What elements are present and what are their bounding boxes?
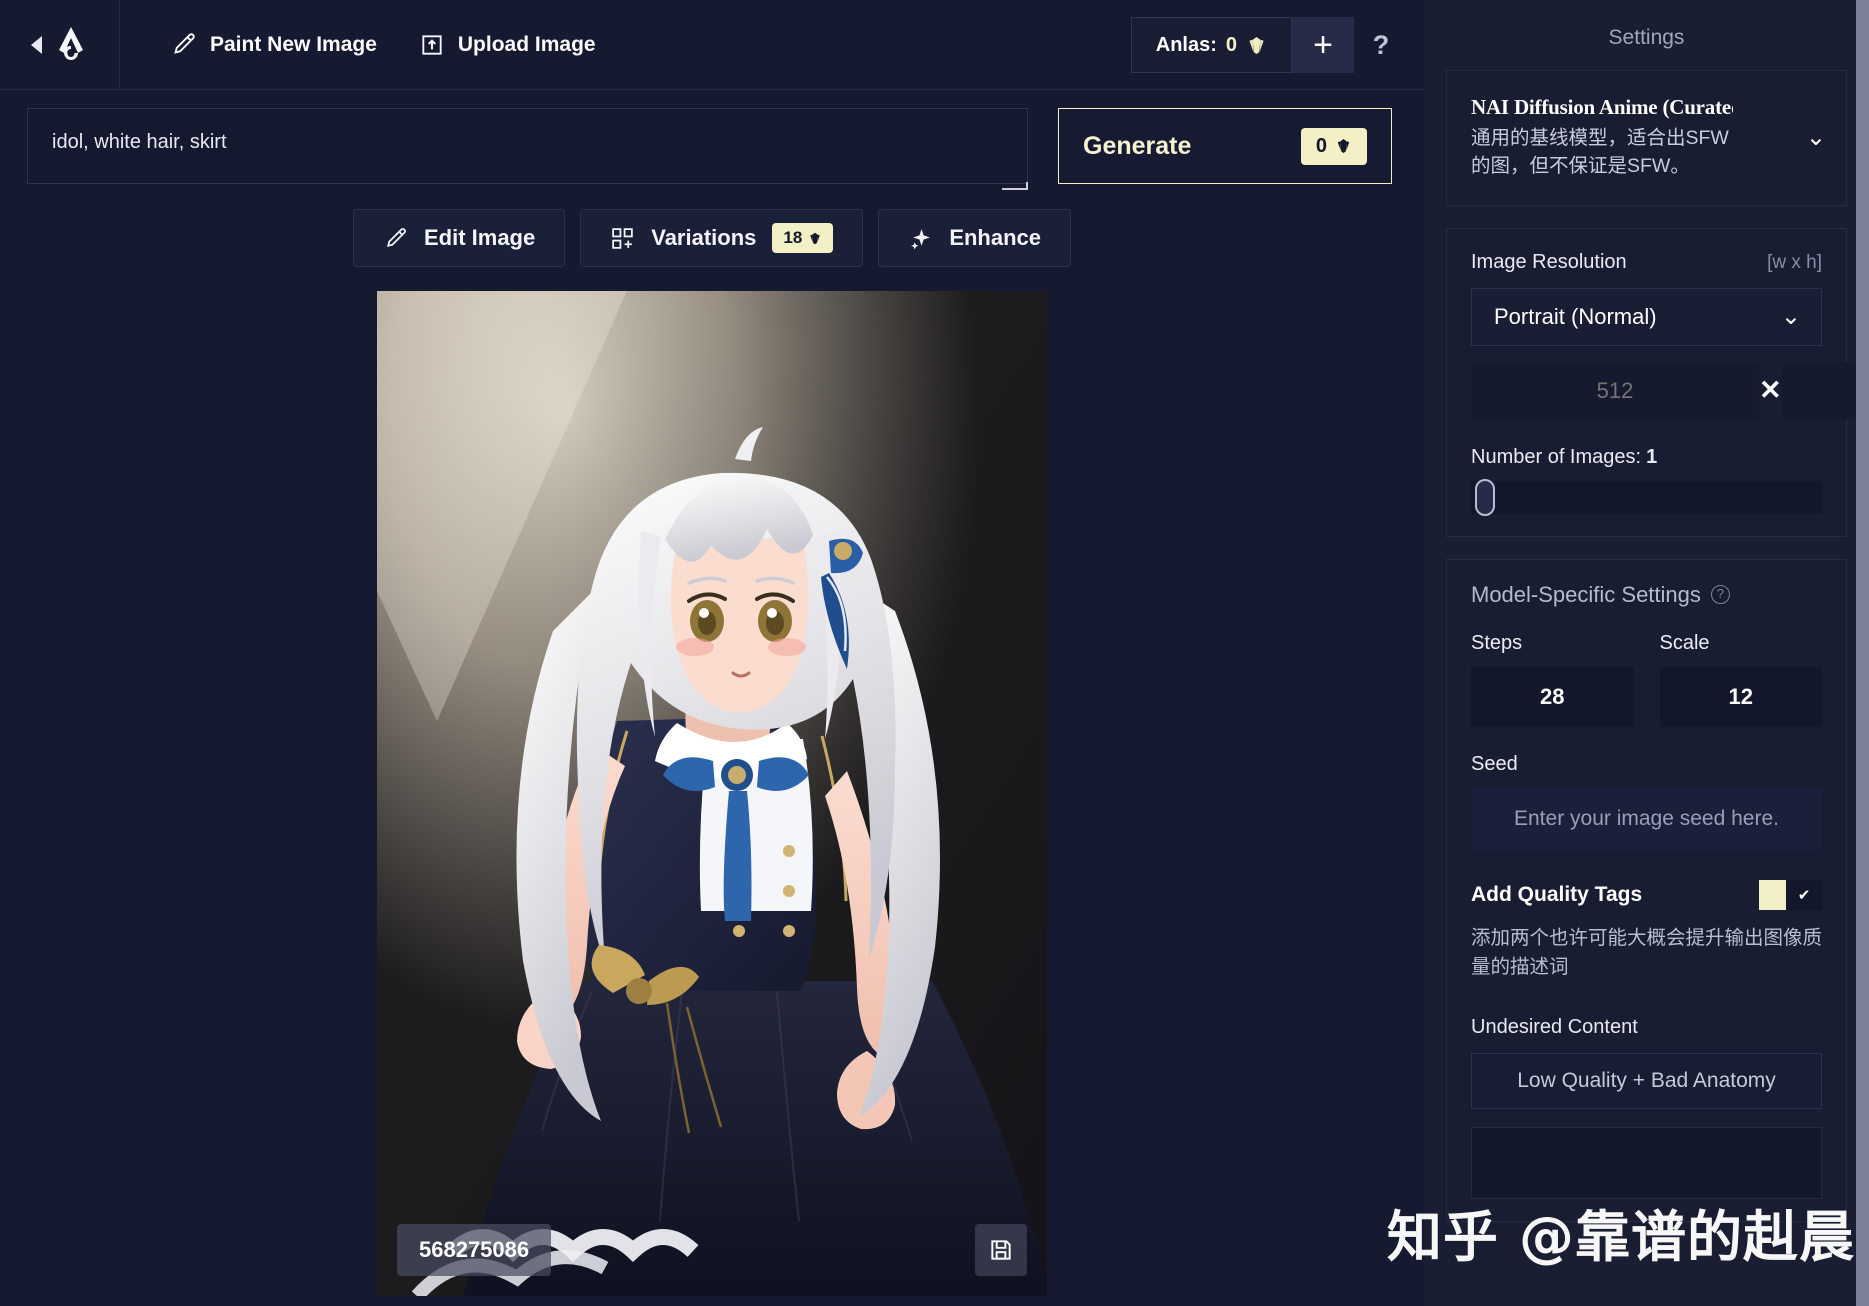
- anlas-value: 0: [1225, 33, 1237, 56]
- resolution-preset-select[interactable]: Portrait (Normal) ⌄: [1471, 287, 1822, 346]
- question-mark-icon: ?: [1372, 29, 1390, 60]
- novelai-image-generation-app: Paint New Image Upload Image Anlas: 0 + …: [0, 0, 1869, 1306]
- image-resolution-label: Image Resolution: [1471, 250, 1627, 273]
- prompt-row: Generate 0: [0, 90, 1424, 190]
- edit-image-button[interactable]: Edit Image: [352, 209, 566, 267]
- add-quality-tags-label: Add Quality Tags: [1471, 882, 1643, 906]
- save-image-button[interactable]: [975, 1224, 1027, 1276]
- anlas-shell-icon: [1337, 139, 1350, 153]
- add-quality-tags-toggle[interactable]: ✔: [1759, 879, 1822, 910]
- generate-label: Generate: [1083, 131, 1192, 160]
- chevron-down-icon: ⌄: [1780, 303, 1801, 331]
- brush-icon: [174, 33, 195, 54]
- steps-label: Steps: [1471, 631, 1523, 654]
- model-text: NAI Diffusion Anime (Curated) 通用的基线模型，适合…: [1471, 95, 1733, 181]
- chevron-left-icon[interactable]: [31, 35, 42, 54]
- model-description: 通用的基线模型，适合出SFW的图，但不保证是SFW。: [1471, 127, 1729, 178]
- enhance-button[interactable]: Enhance: [878, 209, 1072, 267]
- generate-cost-badge: 0: [1300, 127, 1367, 165]
- image-resolution-hint: [w x h]: [1767, 251, 1822, 273]
- logo-zone: [0, 0, 120, 90]
- image-seed-badge[interactable]: 568275086: [397, 1224, 552, 1276]
- seed-label: Seed: [1471, 752, 1518, 775]
- top-bar: Paint New Image Upload Image Anlas: 0 + …: [0, 0, 1424, 90]
- help-button[interactable]: ?: [1354, 17, 1408, 73]
- prompt-wrapper: [27, 108, 1028, 190]
- steps-scale-row: Steps Scale: [1471, 632, 1822, 727]
- upload-image-label: Upload Image: [457, 32, 596, 56]
- variations-button[interactable]: Variations 18: [580, 209, 864, 267]
- add-quality-tags-row: Add Quality Tags ✔: [1471, 879, 1822, 910]
- variations-label: Variations: [651, 225, 757, 250]
- slider-knob[interactable]: [1475, 478, 1495, 516]
- edit-image-label: Edit Image: [423, 225, 536, 250]
- anlas-balance[interactable]: Anlas: 0: [1130, 17, 1292, 73]
- seed-input[interactable]: [1471, 787, 1822, 850]
- image-viewer-area: 568275086: [0, 267, 1424, 1306]
- generate-cost-value: 0: [1315, 134, 1327, 157]
- settings-panel: Settings NAI Diffusion Anime (Curated) 通…: [1424, 0, 1869, 1306]
- variations-cost-value: 18: [783, 228, 803, 247]
- action-buttons-row: Edit Image Variations 18 Enhance: [0, 209, 1424, 267]
- prompt-resize-handle[interactable]: [1002, 182, 1028, 190]
- enhance-label: Enhance: [949, 225, 1042, 250]
- prompt-input[interactable]: [27, 108, 1028, 184]
- check-icon: ✔: [1786, 879, 1822, 910]
- sparkle-icon: [911, 228, 931, 249]
- seed-field: Seed: [1471, 753, 1822, 850]
- model-specific-settings-card: Model-Specific Settings ? Steps Scale Se…: [1446, 558, 1847, 1223]
- width-input[interactable]: [1471, 361, 1759, 420]
- model-name: NAI Diffusion Anime (Curated): [1471, 95, 1733, 119]
- paint-new-image-label: Paint New Image: [210, 32, 377, 56]
- model-specific-header: Model-Specific Settings ?: [1471, 582, 1822, 608]
- add-anlas-button[interactable]: +: [1292, 17, 1354, 73]
- novelai-logo-icon[interactable]: [54, 26, 88, 64]
- grid-plus-icon: [612, 227, 633, 249]
- number-of-images-text: Number of Images:: [1471, 445, 1642, 468]
- generate-button[interactable]: Generate 0: [1058, 108, 1392, 184]
- paint-new-image-button[interactable]: Paint New Image: [154, 20, 393, 69]
- scale-label: Scale: [1659, 631, 1710, 654]
- model-specific-title: Model-Specific Settings: [1471, 581, 1701, 607]
- model-selector[interactable]: NAI Diffusion Anime (Curated) 通用的基线模型，适合…: [1446, 70, 1847, 206]
- dimension-separator-icon: ✕: [1759, 375, 1782, 406]
- upload-image-button[interactable]: Upload Image: [403, 21, 612, 69]
- generated-image-frame[interactable]: 568275086: [377, 291, 1047, 1296]
- number-of-images-slider[interactable]: [1471, 478, 1822, 516]
- number-of-images-value: 1: [1646, 445, 1658, 468]
- settings-scroll-content: NAI Diffusion Anime (Curated) 通用的基线模型，适合…: [1424, 70, 1869, 1223]
- resolution-preset-value: Portrait (Normal): [1494, 303, 1657, 329]
- add-quality-tags-description: 添加两个也许可能大概会提升输出图像质量的描述词: [1471, 926, 1823, 978]
- upload-icon: [422, 34, 442, 55]
- scale-field: Scale: [1659, 631, 1822, 727]
- image-resolution-header: Image Resolution [w x h]: [1471, 251, 1822, 274]
- anlas-shell-icon: [810, 232, 821, 244]
- undesired-content-preset-select[interactable]: Low Quality + Bad Anatomy: [1471, 1053, 1822, 1110]
- chevron-down-icon[interactable]: ⌄: [1806, 123, 1826, 152]
- settings-title: Settings: [1608, 26, 1685, 49]
- anlas-shell-icon: [1249, 36, 1264, 54]
- main-column: Paint New Image Upload Image Anlas: 0 + …: [0, 0, 1424, 1306]
- top-bar-right: Anlas: 0 + ?: [1130, 0, 1408, 90]
- undesired-content-input[interactable]: [1471, 1127, 1822, 1200]
- number-of-images-label: Number of Images: 1: [1471, 446, 1822, 469]
- variations-cost-badge: 18: [772, 223, 834, 253]
- top-navigation: Paint New Image Upload Image: [120, 20, 612, 69]
- brush-icon: [386, 227, 406, 247]
- undesired-content-label: Undesired Content: [1471, 1016, 1638, 1039]
- dimension-row: ✕: [1471, 361, 1869, 420]
- steps-field: Steps: [1471, 632, 1634, 727]
- anlas-label: Anlas:: [1155, 33, 1217, 56]
- image-resolution-card: Image Resolution [w x h] Portrait (Norma…: [1446, 227, 1869, 537]
- plus-icon: +: [1313, 25, 1333, 64]
- undesired-content-preset-value: Low Quality + Bad Anatomy: [1517, 1069, 1776, 1093]
- settings-scrollbar[interactable]: [1856, 0, 1869, 1306]
- question-circle-icon[interactable]: ?: [1710, 585, 1730, 605]
- floppy-save-icon: [991, 1240, 1011, 1260]
- scale-input[interactable]: [1659, 666, 1822, 727]
- steps-input[interactable]: [1471, 666, 1634, 727]
- generated-image: [377, 291, 1047, 1296]
